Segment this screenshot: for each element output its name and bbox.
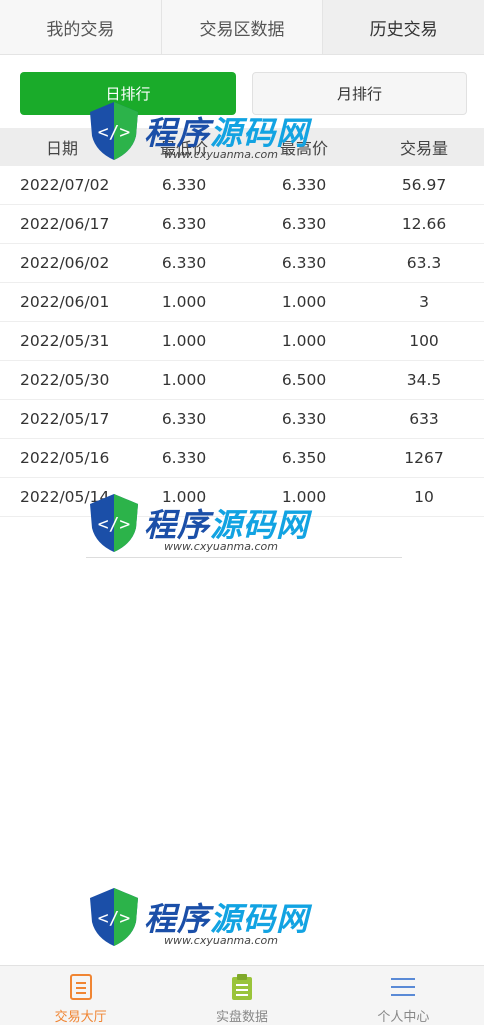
tab-my-trades[interactable]: 我的交易 [0,0,162,54]
top-tab-bar: 我的交易 交易区数据 历史交易 [0,0,484,55]
cell-volume: 10 [414,488,434,506]
cell-high: 6.330 [281,410,327,428]
table-row: 2022/05/31 1.000 1.000 100 [0,322,484,361]
table-header: 日期 最低价 最高价 交易量 [0,128,484,166]
tab-trading-zone-data[interactable]: 交易区数据 [162,0,324,54]
cell-volume: 100 [409,332,439,350]
cell-date: 2022/05/14 [20,488,110,506]
svg-text:</>: </> [98,908,131,929]
history-table-body: 2022/07/02 6.330 6.330 56.97 2022/06/17 … [0,166,484,517]
cell-high: 6.330 [281,176,327,194]
table-row: 2022/05/17 6.330 6.330 633 [0,400,484,439]
cell-date: 2022/06/17 [20,215,110,233]
watermark-logo: </> 程序源码网 www.cxyuanma.com [86,880,386,970]
cell-volume: 34.5 [406,371,442,389]
cell-volume: 3 [419,293,429,311]
cell-high: 1.000 [281,293,327,311]
list-end-divider [86,557,402,558]
cell-volume: 633 [409,410,439,428]
cell-low: 6.330 [161,449,207,467]
nav-trading-hall[interactable]: 交易大厅 [0,966,161,1025]
svg-text:</>: </> [98,514,131,535]
nav-personal-center[interactable]: 个人中心 [323,966,484,1025]
menu-icon [391,978,416,996]
watermark-url: www.cxyuanma.com [164,934,278,947]
table-row: 2022/06/02 6.330 6.330 63.3 [0,244,484,283]
cell-low: 1.000 [161,332,207,350]
table-row: 2022/05/14 1.000 1.000 10 [0,478,484,517]
header-volume: 交易量 [399,139,448,158]
cell-high: 6.350 [281,449,327,467]
header-date: 日期 [45,139,78,158]
cell-low: 6.330 [161,176,207,194]
nav-live-data[interactable]: 实盘数据 [161,966,322,1025]
cell-volume: 1267 [404,449,444,467]
shield-icon: </> [90,888,138,946]
cell-volume: 63.3 [406,254,442,272]
cell-low: 1.000 [161,293,207,311]
cell-date: 2022/06/02 [20,254,110,272]
cell-date: 2022/07/02 [20,176,110,194]
cell-high: 6.330 [281,215,327,233]
header-low-price: 最低价 [159,139,208,158]
document-icon [69,974,92,1000]
watermark-url: www.cxyuanma.com [164,540,278,553]
cell-low: 1.000 [161,488,207,506]
cell-low: 1.000 [161,371,207,389]
rank-toggle: 日排行 月排行 [20,72,467,115]
cell-high: 1.000 [281,488,327,506]
cell-date: 2022/05/17 [20,410,110,428]
table-row: 2022/07/02 6.330 6.330 56.97 [0,166,484,205]
nav-label: 交易大厅 [54,1010,107,1025]
watermark-brand-part2: 源码网 [210,900,310,938]
monthly-rank-button[interactable]: 月排行 [252,72,467,115]
cell-high: 6.500 [281,371,327,389]
clipboard-icon [231,974,252,1000]
cell-date: 2022/05/31 [20,332,110,350]
nav-label: 实盘数据 [215,1010,268,1025]
cell-low: 6.330 [161,215,207,233]
cell-date: 2022/05/30 [20,371,110,389]
cell-volume: 12.66 [401,215,447,233]
watermark-brand: 程序源码网 [144,894,309,940]
nav-label: 个人中心 [377,1010,430,1025]
cell-volume: 56.97 [401,176,447,194]
cell-high: 6.330 [281,254,327,272]
cell-low: 6.330 [161,254,207,272]
table-row: 2022/05/30 1.000 6.500 34.5 [0,361,484,400]
daily-rank-button[interactable]: 日排行 [20,72,236,115]
cell-low: 6.330 [161,410,207,428]
cell-high: 1.000 [281,332,327,350]
cell-date: 2022/06/01 [20,293,110,311]
bottom-nav-bar: 交易大厅 实盘数据 个人中心 [0,965,484,1025]
table-row: 2022/05/16 6.330 6.350 1267 [0,439,484,478]
table-row: 2022/06/01 1.000 1.000 3 [0,283,484,322]
tab-history-trades[interactable]: 历史交易 [323,0,484,54]
table-row: 2022/06/17 6.330 6.330 12.66 [0,205,484,244]
watermark-brand-part1: 程序 [144,900,211,938]
cell-date: 2022/05/16 [20,449,110,467]
header-high-price: 最高价 [279,139,328,158]
